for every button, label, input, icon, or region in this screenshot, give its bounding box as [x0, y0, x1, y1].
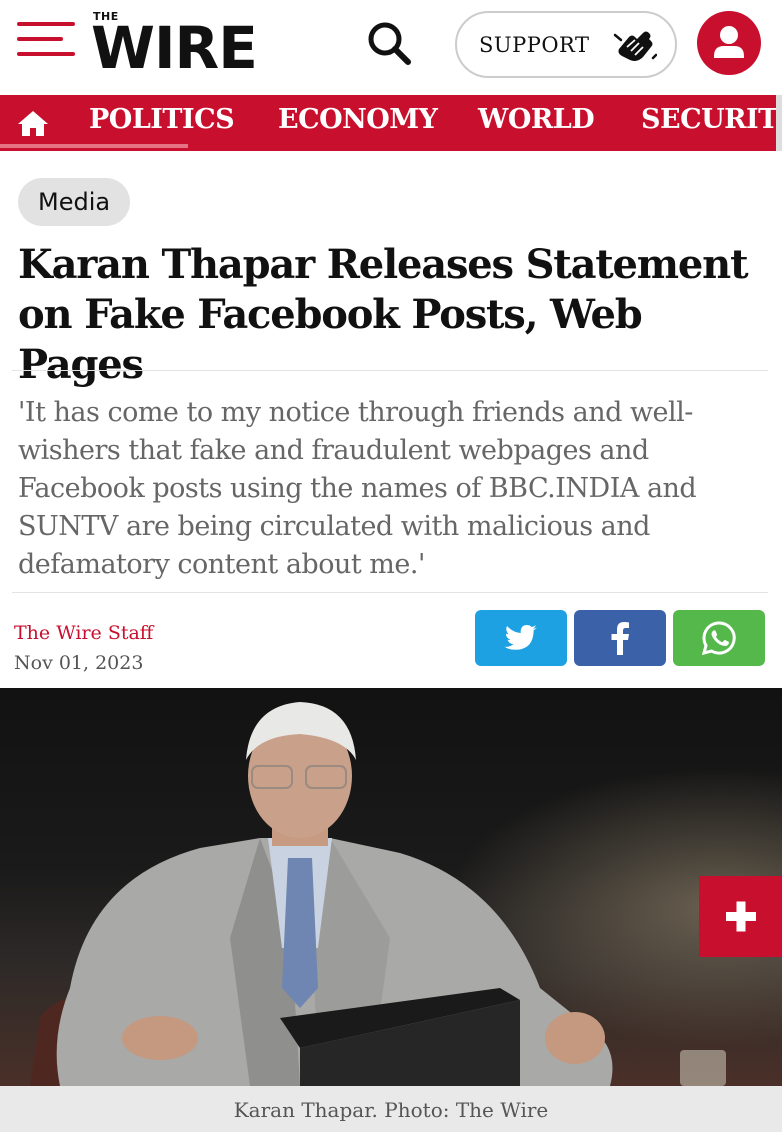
logo-wire: WIRE	[91, 14, 258, 82]
article-photo	[0, 688, 782, 1086]
clasped-hands-icon	[613, 27, 658, 65]
facebook-icon	[611, 622, 629, 655]
site-logo[interactable]: THE WIRE	[91, 10, 285, 82]
nav-scrollbar[interactable]	[776, 95, 782, 151]
article-headline: Karan Thapar Releases Statement on Fake …	[18, 241, 749, 388]
user-account-icon[interactable]	[697, 11, 761, 75]
share-twitter-button[interactable]	[475, 610, 567, 666]
home-icon[interactable]	[16, 109, 50, 137]
nav-item-economy[interactable]: ECONOMY	[278, 104, 438, 135]
category-tag[interactable]: Media	[18, 178, 131, 226]
author-link[interactable]: The Wire Staff	[14, 622, 153, 644]
nav-item-security[interactable]: SECURITY	[641, 104, 782, 135]
article-standfirst: 'It has come to my notice through friend…	[18, 397, 697, 580]
add-button[interactable]	[699, 876, 782, 957]
photo-caption: Karan Thapar. Photo: The Wire	[0, 1086, 782, 1132]
nav-item-world[interactable]: WORLD	[478, 104, 595, 135]
whatsapp-icon	[702, 621, 736, 655]
divider	[12, 370, 768, 371]
plus-icon	[726, 901, 756, 932]
nav-item-politics[interactable]: POLITICS	[89, 104, 235, 135]
publish-date: Nov 01, 2023	[14, 652, 144, 674]
twitter-icon	[504, 625, 537, 650]
nav-scroll-indicator	[0, 144, 188, 148]
site-header: THE WIRE SUPPORT	[0, 0, 782, 95]
support-label: SUPPORT	[479, 33, 590, 57]
category-nav: POLITICS ECONOMY WORLD SECURITY	[0, 95, 782, 151]
divider	[12, 592, 768, 593]
share-facebook-button[interactable]	[574, 610, 666, 666]
search-icon[interactable]	[364, 18, 414, 68]
support-button[interactable]: SUPPORT	[455, 11, 677, 78]
share-whatsapp-button[interactable]	[673, 610, 765, 666]
menu-icon[interactable]	[17, 20, 75, 56]
